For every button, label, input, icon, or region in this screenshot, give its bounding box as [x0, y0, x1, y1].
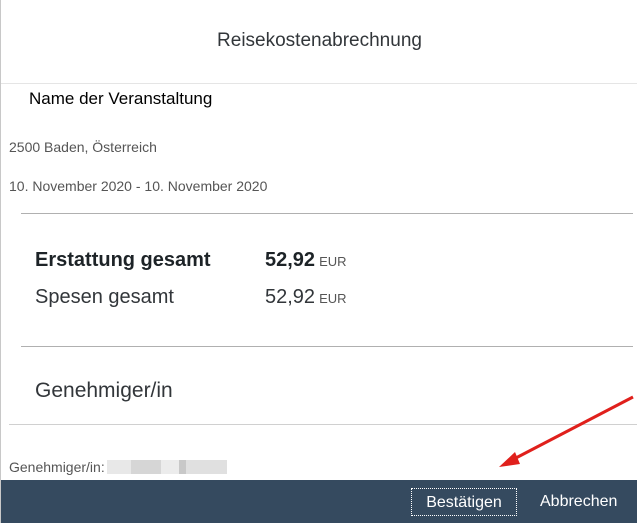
- expenses-total-currency: EUR: [319, 291, 347, 306]
- approver-section-title: Genehmiger/in: [35, 379, 173, 402]
- event-location: 2500 Baden, Österreich: [9, 139, 157, 155]
- reimbursement-total-row: Erstattung gesamt 52,92 EUR: [35, 249, 347, 272]
- divider: [21, 213, 633, 214]
- reimbursement-total-label: Erstattung gesamt: [35, 249, 211, 271]
- travel-expense-dialog: Reisekostenabrechnung Name der Veranstal…: [0, 0, 637, 523]
- expenses-total-amount: 52,92: [265, 286, 316, 308]
- dialog-title: Reisekostenabrechnung: [217, 30, 422, 51]
- divider: [21, 346, 633, 347]
- reimbursement-total-amount: 52,92: [265, 249, 316, 271]
- reimbursement-total-currency: EUR: [319, 254, 347, 269]
- cancel-button[interactable]: Abbrechen: [534, 488, 634, 516]
- expenses-total-label: Spesen gesamt: [35, 286, 174, 308]
- divider: [9, 424, 637, 425]
- dialog-footer: Bestätigen Abbrechen: [1, 480, 637, 523]
- event-dates: 10. November 2020 - 10. November 2020: [9, 178, 268, 194]
- approver-field-label: Genehmiger/in:: [9, 459, 105, 475]
- approver-name-redacted: [106, 460, 227, 474]
- dialog-header: Reisekostenabrechnung: [1, 0, 637, 84]
- expenses-total-row: Spesen gesamt 52,92 EUR: [35, 286, 347, 309]
- approver-field: Genehmiger/in:: [9, 459, 227, 475]
- event-name: Name der Veranstaltung: [29, 89, 213, 108]
- confirm-button[interactable]: Bestätigen: [411, 488, 517, 516]
